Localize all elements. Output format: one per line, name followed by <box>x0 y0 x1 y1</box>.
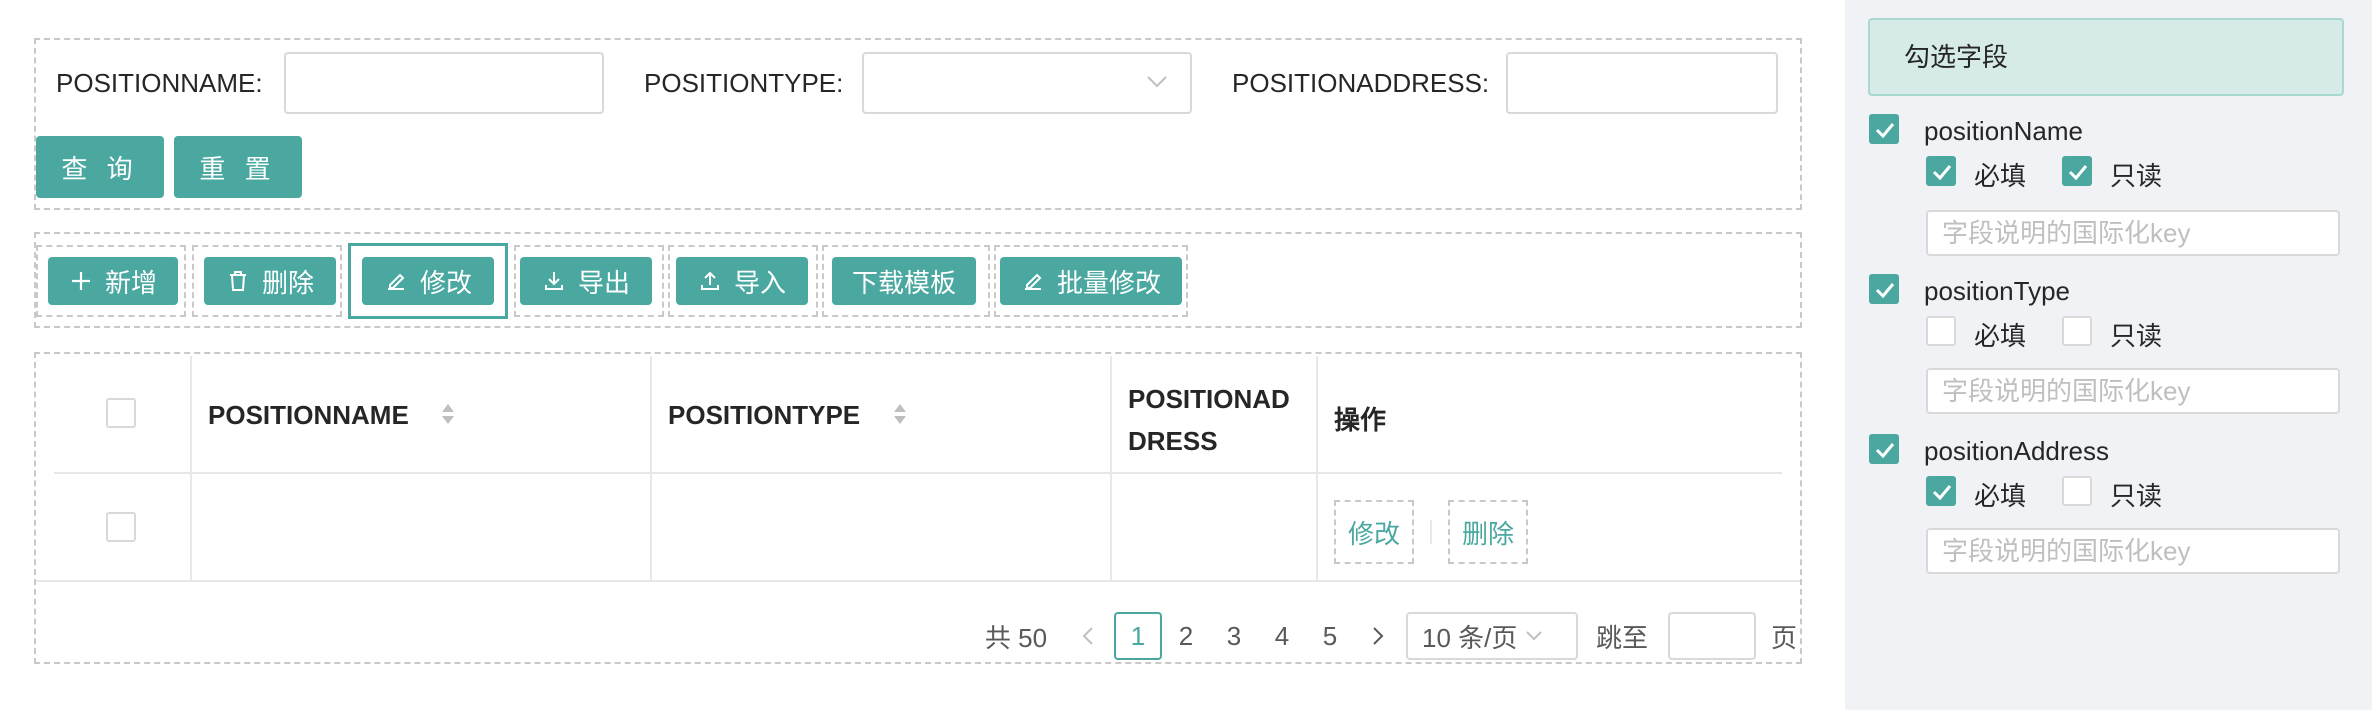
header-positionaddress-line2: DRESS <box>1128 426 1218 456</box>
col-divider <box>190 356 192 582</box>
import-button[interactable]: 导入 <box>676 257 808 305</box>
required-checkbox-positiontype[interactable] <box>1926 316 1956 346</box>
batch-edit-button[interactable]: 批量修改 <box>1000 257 1182 305</box>
search-label-positionname: POSITIONNAME: <box>56 68 263 98</box>
batch-edit-button-label: 批量修改 <box>1056 267 1161 298</box>
header-positionaddress-line1: POSITIONAD <box>1128 384 1290 414</box>
page-root: POSITIONNAME: POSITIONTYPE: POSITIONADDR… <box>0 0 2372 710</box>
page-1-button[interactable]: 1 <box>1114 612 1162 660</box>
readonly-checkbox-positionaddress[interactable] <box>2062 476 2092 506</box>
checkmark-icon <box>1875 443 1895 459</box>
required-label: 必填 <box>1974 161 2027 191</box>
field-name-positionname: positionName <box>1924 116 2083 146</box>
field-name-positiontype: positionType <box>1924 276 2070 306</box>
download-template-label: 下载模板 <box>851 267 956 298</box>
chevron-left-icon <box>1082 627 1093 645</box>
col-divider <box>1316 356 1318 582</box>
next-page-button[interactable] <box>1362 612 1394 660</box>
page-size-select[interactable]: 10 条/页 <box>1406 612 1578 660</box>
readonly-label: 只读 <box>2110 161 2163 191</box>
upload-icon <box>700 271 719 290</box>
required-label: 必填 <box>1974 321 2027 351</box>
search-label-positiontype: POSITIONTYPE: <box>644 68 844 98</box>
row-checkbox[interactable] <box>106 512 136 542</box>
jump-page-input[interactable] <box>1668 612 1756 660</box>
plus-icon <box>71 272 90 290</box>
edit-icon <box>1024 273 1042 290</box>
chevron-down-icon <box>1526 631 1543 641</box>
select-all-checkbox[interactable] <box>106 398 136 428</box>
checkmark-icon <box>1932 165 1952 181</box>
positionaddress-input[interactable] <box>1506 52 1778 114</box>
chevron-right-icon <box>1373 627 1384 645</box>
main-content: POSITIONNAME: POSITIONTYPE: POSITIONADDR… <box>0 0 1820 710</box>
field-checkbox-positionaddress[interactable] <box>1869 434 1899 464</box>
query-button[interactable]: 查 询 <box>36 136 164 198</box>
readonly-checkbox-positionname[interactable] <box>2062 156 2092 186</box>
export-button-label: 导出 <box>577 267 630 298</box>
checkmark-icon <box>2068 165 2088 181</box>
action-divider <box>1430 520 1432 544</box>
page-size-value: 10 条/页 <box>1422 622 1518 653</box>
pagination-total: 共 50 <box>984 622 1048 653</box>
sort-icon[interactable] <box>892 402 908 426</box>
row-delete-link[interactable]: 删除 <box>1448 500 1528 564</box>
header-positionname[interactable]: POSITIONNAME <box>208 400 409 431</box>
required-label: 必填 <box>1974 481 2027 511</box>
col-divider <box>650 356 652 582</box>
header-actions: 操作 <box>1334 405 1387 435</box>
download-template-button[interactable]: 下载模板 <box>832 257 976 305</box>
search-label-positionaddress: POSITIONADDRESS: <box>1232 68 1490 98</box>
import-button-label: 导入 <box>733 267 786 298</box>
download-icon <box>544 272 563 290</box>
row-divider <box>36 580 1800 582</box>
page-4-button[interactable]: 4 <box>1258 612 1306 660</box>
col-divider <box>1110 356 1112 582</box>
header-positiontype[interactable]: POSITIONTYPE <box>668 400 860 431</box>
page-2-button[interactable]: 2 <box>1162 612 1210 660</box>
checkmark-icon <box>1875 283 1895 299</box>
chevron-down-icon <box>1147 76 1167 88</box>
delete-button[interactable]: 删除 <box>204 257 336 305</box>
delete-button-label: 删除 <box>261 267 314 298</box>
field-panel <box>1845 0 2372 710</box>
page-suffix: 页 <box>1770 622 1797 653</box>
header-positionaddress: POSITIONAD DRESS <box>1128 378 1290 462</box>
field-panel-title: 勾选字段 <box>1868 18 2344 96</box>
positiontype-select[interactable] <box>862 52 1192 114</box>
field-checkbox-positionname[interactable] <box>1869 114 1899 144</box>
i18n-key-input-positiontype[interactable]: 字段说明的国际化key <box>1926 368 2340 414</box>
row-edit-link[interactable]: 修改 <box>1334 500 1414 564</box>
edit-button-label: 修改 <box>419 267 472 298</box>
field-name-positionaddress: positionAddress <box>1924 436 2109 466</box>
sort-icon[interactable] <box>440 402 456 426</box>
jump-label: 跳至 <box>1595 622 1648 653</box>
readonly-label: 只读 <box>2110 481 2163 511</box>
trash-icon <box>229 271 246 291</box>
readonly-label: 只读 <box>2110 321 2163 351</box>
checkmark-icon <box>1932 485 1952 501</box>
checkmark-icon <box>1875 123 1895 139</box>
add-button[interactable]: 新增 <box>48 257 178 305</box>
page-3-button[interactable]: 3 <box>1210 612 1258 660</box>
edit-icon <box>387 273 405 290</box>
readonly-checkbox-positiontype[interactable] <box>2062 316 2092 346</box>
prev-page-button[interactable] <box>1072 612 1104 660</box>
export-button[interactable]: 导出 <box>520 257 652 305</box>
field-checkbox-positiontype[interactable] <box>1869 274 1899 304</box>
i18n-key-input-positionaddress[interactable]: 字段说明的国际化key <box>1926 528 2340 574</box>
required-checkbox-positionname[interactable] <box>1926 156 1956 186</box>
reset-button[interactable]: 重 置 <box>174 136 302 198</box>
page-5-button[interactable]: 5 <box>1306 612 1354 660</box>
add-button-label: 新增 <box>104 267 157 298</box>
required-checkbox-positionaddress[interactable] <box>1926 476 1956 506</box>
i18n-key-input-positionname[interactable]: 字段说明的国际化key <box>1926 210 2340 256</box>
header-divider <box>54 472 1782 474</box>
edit-button[interactable]: 修改 <box>362 257 494 305</box>
positionname-input[interactable] <box>284 52 604 114</box>
field-panel-title-text: 勾选字段 <box>1904 42 2009 72</box>
